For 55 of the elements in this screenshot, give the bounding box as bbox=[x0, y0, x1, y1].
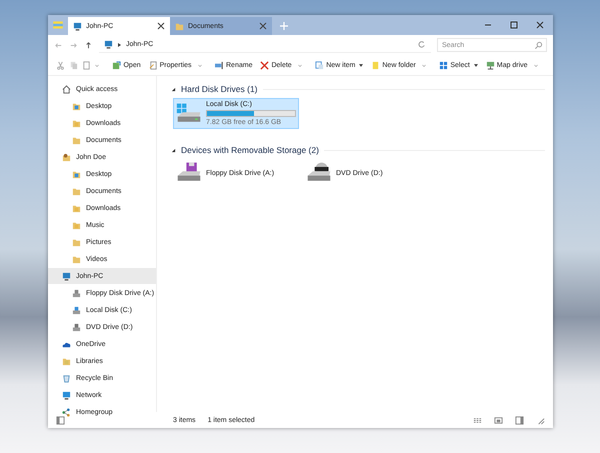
close-icon[interactable] bbox=[259, 22, 267, 30]
home-icon bbox=[62, 84, 71, 94]
resize-grip-icon[interactable] bbox=[536, 416, 545, 424]
chevron-icon bbox=[118, 42, 121, 46]
folder-icon bbox=[72, 118, 81, 128]
search-icon[interactable] bbox=[534, 40, 543, 50]
network-drive-icon bbox=[486, 60, 495, 70]
tiles-view-icon[interactable] bbox=[494, 416, 503, 424]
folder-icon bbox=[72, 136, 81, 144]
folder-icon bbox=[72, 102, 81, 110]
drive-icon bbox=[72, 306, 81, 314]
collapse-arrow-icon[interactable] bbox=[171, 148, 176, 152]
forward-arrow-icon[interactable] bbox=[69, 40, 78, 50]
refresh-icon[interactable] bbox=[417, 40, 426, 49]
user-folder-icon bbox=[62, 152, 71, 162]
pane-icon[interactable] bbox=[56, 416, 65, 424]
up-arrow-icon[interactable] bbox=[84, 40, 93, 50]
folder-icon bbox=[72, 186, 81, 196]
drive-icon bbox=[72, 288, 81, 298]
new-item-icon bbox=[315, 60, 324, 70]
group-header[interactable]: Devices with Removable Storage (2) bbox=[181, 145, 319, 155]
rename-icon bbox=[215, 60, 224, 70]
clipboard-icon[interactable] bbox=[82, 60, 91, 70]
details-view-icon[interactable] bbox=[473, 416, 482, 424]
plus-icon[interactable] bbox=[280, 22, 288, 30]
close-icon[interactable] bbox=[157, 22, 165, 30]
folder-icon bbox=[72, 170, 81, 178]
drive-icon bbox=[72, 322, 81, 332]
new-folder-icon bbox=[371, 60, 380, 70]
folder-icon bbox=[72, 220, 81, 230]
collapse-arrow-icon[interactable] bbox=[171, 86, 176, 92]
document-icon bbox=[148, 60, 158, 70]
dropdown-arrow-icon[interactable] bbox=[359, 64, 364, 66]
open-icon bbox=[112, 60, 122, 70]
group-header[interactable]: Hard Disk Drives (1) bbox=[181, 84, 258, 94]
recycle-bin-icon bbox=[62, 374, 71, 382]
dropdown-arrow-icon[interactable] bbox=[474, 64, 478, 66]
computer-icon bbox=[62, 272, 71, 280]
hard-drive-icon bbox=[176, 102, 202, 124]
maximize-icon[interactable] bbox=[509, 20, 519, 30]
scissors-icon[interactable] bbox=[56, 60, 65, 70]
close-icon[interactable] bbox=[535, 20, 545, 30]
computer-icon bbox=[62, 390, 71, 400]
folder-icon bbox=[175, 22, 184, 30]
floppy-drive-icon bbox=[176, 162, 202, 184]
computer-icon bbox=[104, 40, 113, 49]
computer-icon bbox=[73, 22, 82, 30]
preview-pane-icon[interactable] bbox=[515, 416, 524, 424]
select-grid-icon bbox=[439, 60, 448, 70]
folder-icon bbox=[62, 356, 71, 366]
delete-icon bbox=[260, 60, 270, 70]
back-arrow-icon[interactable] bbox=[54, 40, 63, 50]
folder-icon bbox=[72, 204, 81, 212]
homegroup-icon bbox=[62, 408, 71, 416]
dvd-drive-icon bbox=[306, 162, 332, 184]
